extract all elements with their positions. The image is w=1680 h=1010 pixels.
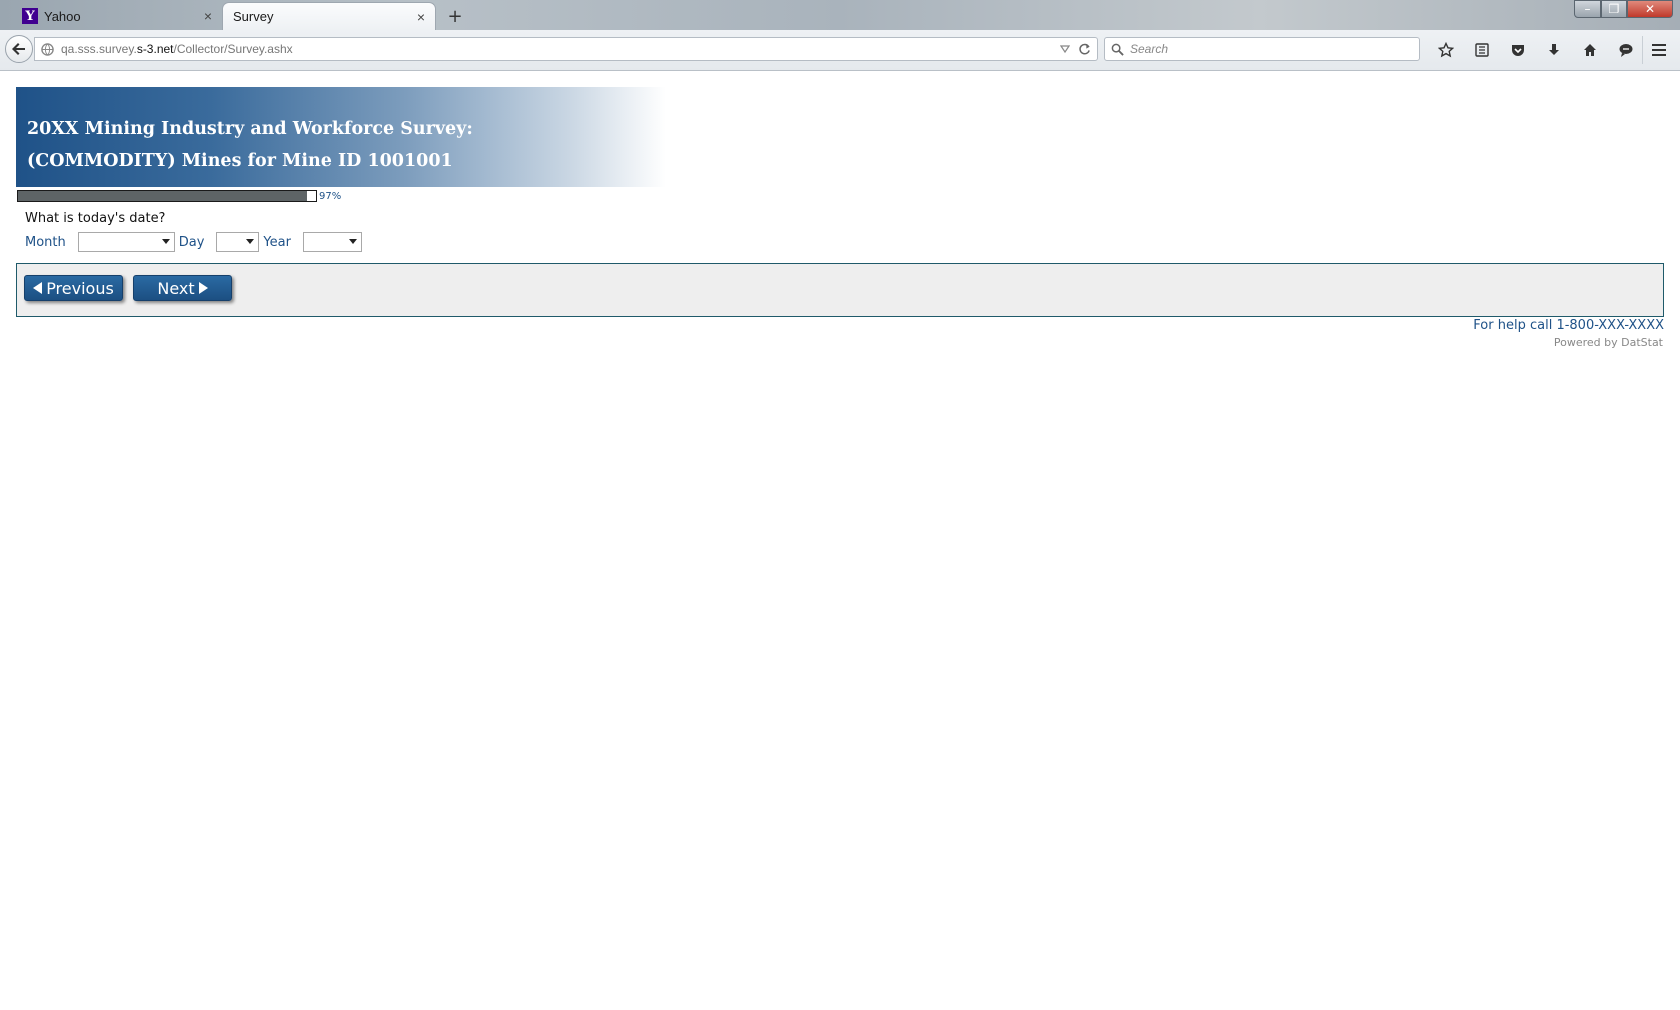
back-button[interactable]: [5, 35, 33, 63]
progress-bar: [17, 190, 317, 202]
month-select[interactable]: [77, 232, 175, 252]
search-placeholder: Search: [1130, 42, 1169, 56]
search-icon: [1111, 43, 1124, 56]
previous-button-label: Previous: [46, 278, 114, 298]
window-controls: – ❐ ✕: [1574, 0, 1673, 18]
home-icon[interactable]: [1572, 36, 1608, 64]
reload-icon[interactable]: [1078, 43, 1091, 56]
progress-label: 97%: [319, 190, 342, 202]
dropdown-arrow-icon: [348, 239, 357, 244]
left-triangle-icon: [33, 282, 43, 294]
survey-title-line-1: 20XX Mining Industry and Workforce Surve…: [27, 119, 473, 139]
survey-title: 20XX Mining Industry and Workforce Surve…: [27, 113, 473, 177]
dropdown-arrow-icon: [161, 239, 170, 244]
day-label: Day: [178, 234, 205, 250]
pocket-icon[interactable]: [1500, 36, 1536, 64]
previous-button[interactable]: Previous: [24, 275, 123, 301]
next-button[interactable]: Next: [133, 275, 232, 301]
year-label: Year: [263, 234, 291, 250]
month-label: Month: [25, 234, 66, 250]
url-prefix: qa.sss.survey.: [61, 42, 137, 56]
day-select[interactable]: [216, 232, 260, 252]
close-tab-icon[interactable]: ×: [417, 9, 425, 25]
browser-navbar: qa.sss.survey. s-3.net/Collector/Survey.a…: [0, 30, 1680, 71]
url-host: s-3.net: [136, 42, 174, 56]
download-icon[interactable]: [1536, 36, 1572, 64]
date-fields: Month Day Year: [25, 232, 362, 252]
progress-indicator: 97%: [17, 190, 341, 202]
browser-titlebar: Y Yahoo × Survey × + – ❐ ✕: [0, 0, 1680, 30]
star-icon[interactable]: [1428, 36, 1464, 64]
minimize-button[interactable]: –: [1574, 0, 1601, 18]
close-window-button[interactable]: ✕: [1627, 0, 1673, 18]
tab-yahoo[interactable]: Y Yahoo ×: [12, 2, 222, 30]
chat-icon[interactable]: [1608, 36, 1644, 64]
url-bar[interactable]: qa.sss.survey. s-3.net/Collector/Survey.a…: [34, 37, 1098, 61]
reading-list-icon[interactable]: [1464, 36, 1500, 64]
tab-label: Yahoo: [44, 8, 81, 24]
survey-title-line-2: (COMMODITY) Mines for Mine ID 1001001: [27, 151, 453, 171]
url-path: /Collector/Survey.ashx: [173, 42, 293, 56]
progress-bar-fill: [18, 191, 308, 201]
search-input[interactable]: Search: [1104, 37, 1420, 61]
powered-by-text: Powered by DatStat: [1553, 336, 1663, 349]
toolbar-icons: [1428, 36, 1644, 64]
close-tab-icon[interactable]: ×: [204, 8, 212, 24]
page-content: 20XX Mining Industry and Workforce Surve…: [0, 71, 1680, 1010]
next-button-label: Next: [157, 278, 195, 298]
tab-label: Survey: [233, 9, 274, 24]
history-dropdown-icon[interactable]: [1060, 44, 1070, 54]
back-arrow-icon: [12, 43, 25, 55]
question-text: What is today's date?: [25, 211, 166, 226]
site-identity-icon[interactable]: [41, 42, 55, 56]
help-text: For help call 1-800-XXX-XXXX: [1473, 318, 1664, 333]
new-tab-button[interactable]: +: [444, 5, 466, 27]
yahoo-favicon-icon: Y: [22, 8, 38, 24]
tab-survey[interactable]: Survey ×: [222, 2, 436, 30]
menu-icon[interactable]: [1642, 36, 1675, 64]
survey-header-banner: 20XX Mining Industry and Workforce Surve…: [16, 87, 666, 187]
year-select[interactable]: [302, 232, 362, 252]
dropdown-arrow-icon: [246, 239, 255, 244]
navigation-panel: Previous Next: [16, 263, 1664, 317]
right-triangle-icon: [198, 282, 208, 294]
maximize-button[interactable]: ❐: [1601, 0, 1627, 18]
